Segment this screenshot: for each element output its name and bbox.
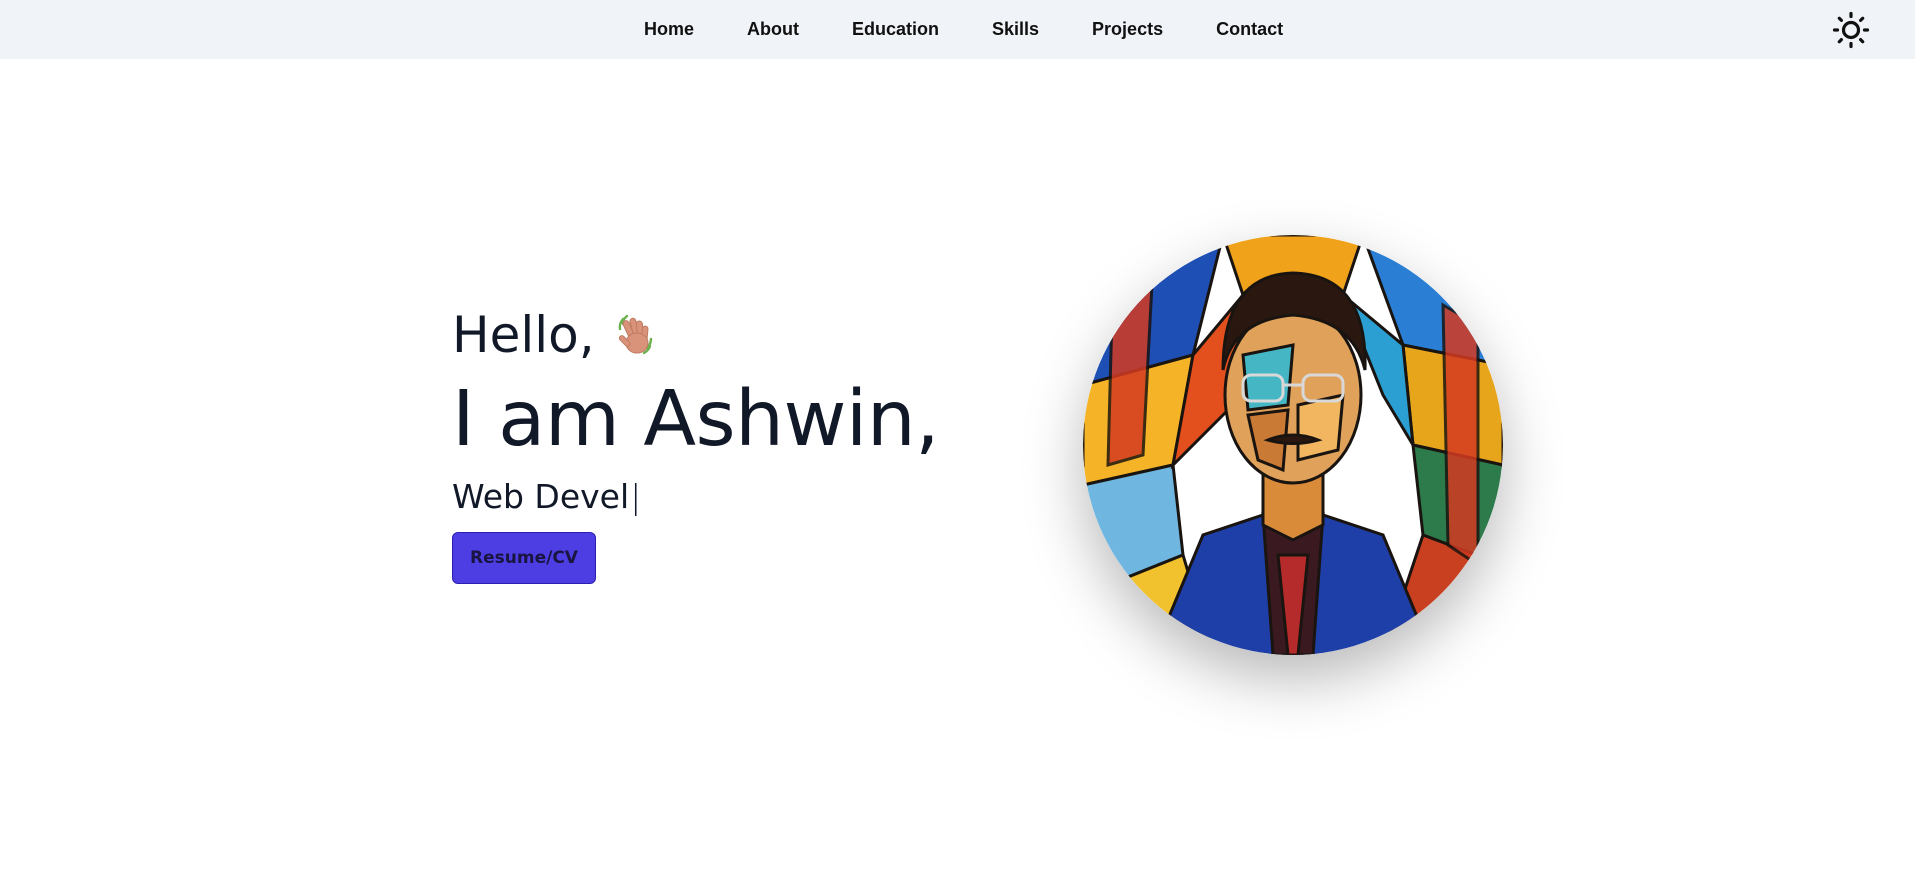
typed-role-line: Web Devel| <box>452 475 641 519</box>
greeting-text: Hello, <box>452 306 595 364</box>
stained-glass-portrait-avatar <box>1083 235 1503 655</box>
nav-link-projects[interactable]: Projects <box>1092 19 1163 40</box>
resume-cv-button[interactable]: Resume/CV <box>452 532 596 584</box>
nav-link-home[interactable]: Home <box>644 19 694 40</box>
nav-link-about[interactable]: About <box>747 19 799 40</box>
waving-hand-icon <box>613 310 657 360</box>
sun-icon <box>1832 11 1870 49</box>
name-heading: I am Ashwin, <box>452 375 940 464</box>
nav-links: Home About Education Skills Projects Con… <box>644 0 1283 59</box>
greeting-line: Hello, <box>452 300 657 370</box>
nav-link-skills[interactable]: Skills <box>992 19 1039 40</box>
typing-caret: | <box>630 477 642 516</box>
typed-role-text: Web Devel <box>452 477 630 516</box>
nav-link-education[interactable]: Education <box>852 19 939 40</box>
top-navbar: Home About Education Skills Projects Con… <box>0 0 1915 59</box>
avatar <box>1083 235 1503 655</box>
theme-toggle-button[interactable] <box>1832 11 1870 49</box>
nav-link-contact[interactable]: Contact <box>1216 19 1283 40</box>
